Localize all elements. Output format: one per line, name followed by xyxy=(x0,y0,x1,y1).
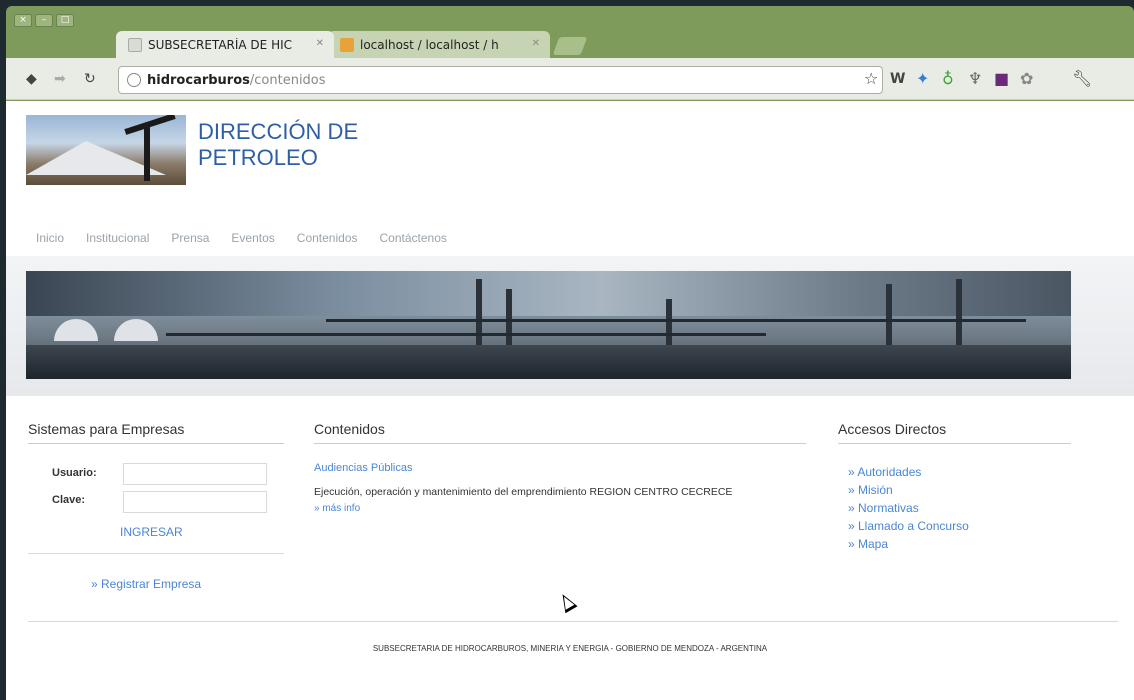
site-title: DIRECCIÓN DE PETROLEO xyxy=(198,119,498,171)
content-section-heading: Contenidos xyxy=(314,421,806,444)
shortcut-mision[interactable]: » Misión xyxy=(848,483,893,497)
login-button[interactable]: INGRESAR xyxy=(120,525,183,539)
menu-item-contactenos[interactable]: Contáctenos xyxy=(380,231,447,245)
username-input[interactable] xyxy=(123,463,267,485)
tab-subsecretaria[interactable]: SUBSECRETARÍA DE HIC ✕ xyxy=(116,31,334,58)
window-close-button[interactable]: × xyxy=(14,14,32,27)
menu-item-inicio[interactable]: Inicio xyxy=(36,231,64,245)
new-tab-button[interactable] xyxy=(552,37,588,55)
wrench-icon[interactable]: 🔧︎ xyxy=(1072,69,1092,88)
shortcut-llamado-concurso[interactable]: » Llamado a Concurso xyxy=(848,519,969,533)
tab-title: SUBSECRETARÍA DE HIC xyxy=(148,37,293,52)
globe-icon xyxy=(127,73,141,87)
oil-pump-logo-image xyxy=(26,115,186,185)
footer-text: SUBSECRETARIA DE HIDROCARBUROS, MINERIA … xyxy=(372,644,768,653)
menu-item-contenidos[interactable]: Contenidos xyxy=(297,231,358,245)
shield-icon[interactable]: ♆ xyxy=(968,69,982,88)
book-icon[interactable]: ■ xyxy=(994,69,1009,88)
reload-icon[interactable]: ↻ xyxy=(84,71,96,87)
window-minimize-button[interactable]: – xyxy=(35,14,53,27)
close-tab-icon[interactable]: ✕ xyxy=(316,38,324,49)
tab-localhost[interactable]: localhost / localhost / h ✕ xyxy=(328,31,550,58)
menu-item-eventos[interactable]: Eventos xyxy=(231,231,274,245)
password-input[interactable] xyxy=(123,491,267,513)
url-path: /contenidos xyxy=(249,72,326,88)
tab-strip: SUBSECRETARÍA DE HIC ✕ localhost / local… xyxy=(116,28,588,58)
browser-window: × – □ SUBSECRETARÍA DE HIC ✕ localhost /… xyxy=(6,6,1134,700)
more-info-link[interactable]: » más info xyxy=(314,503,360,514)
forward-icon[interactable]: ➡ xyxy=(54,71,66,87)
leaf-icon[interactable]: ♁ xyxy=(942,69,954,88)
site-title-line1: DIRECCIÓN DE xyxy=(198,119,359,144)
site-title-line2: PETROLEO xyxy=(198,145,318,170)
main-menu: Inicio Institucional Prensa Eventos Cont… xyxy=(36,231,447,245)
page-icon xyxy=(128,37,142,52)
content-item-text: Ejecución, operación y mantenimiento del… xyxy=(314,486,733,498)
shortcut-autoridades[interactable]: » Autoridades xyxy=(848,465,921,479)
window-controls: × – □ xyxy=(14,14,74,27)
web-page: DIRECCIÓN DE PETROLEO Inicio Institucion… xyxy=(6,101,1134,700)
shortcut-normativas[interactable]: » Normativas xyxy=(848,501,919,515)
w-icon[interactable]: W xyxy=(890,71,905,87)
username-label: Usuario: xyxy=(52,467,97,479)
menu-item-institucional[interactable]: Institucional xyxy=(86,231,149,245)
close-tab-icon[interactable]: ✕ xyxy=(532,38,540,49)
tab-title: localhost / localhost / h xyxy=(360,37,499,52)
shortcut-mapa[interactable]: » Mapa xyxy=(848,537,888,551)
refinery-banner-image xyxy=(26,271,1071,379)
star-icon[interactable]: ☆ xyxy=(864,69,878,88)
menu-item-prensa[interactable]: Prensa xyxy=(171,231,209,245)
window-maximize-button[interactable]: □ xyxy=(56,14,74,27)
content-item-title[interactable]: Audiencias Públicas xyxy=(314,462,412,474)
section-divider xyxy=(28,553,284,554)
url-host: hidrocarburos xyxy=(147,72,250,88)
register-company-link[interactable]: » Registrar Empresa xyxy=(91,577,201,591)
settings-icon[interactable]: ✿ xyxy=(1020,69,1033,88)
puzzle-icon[interactable]: ✦ xyxy=(916,69,929,88)
shortcuts-section-heading: Accesos Directos xyxy=(838,421,1071,444)
back-icon[interactable]: ◆ xyxy=(26,71,37,87)
phpmyadmin-icon xyxy=(340,37,354,52)
login-section-heading: Sistemas para Empresas xyxy=(28,421,284,444)
footer-divider xyxy=(28,621,1118,622)
mouse-cursor-icon xyxy=(556,590,578,614)
password-label: Clave: xyxy=(52,494,86,506)
browser-toolbar: ◆ ➡ ↻ hidrocarburos/contenidos ☆ W ✦ ♁ ♆… xyxy=(6,58,1134,100)
address-bar[interactable]: hidrocarburos/contenidos xyxy=(118,66,883,94)
